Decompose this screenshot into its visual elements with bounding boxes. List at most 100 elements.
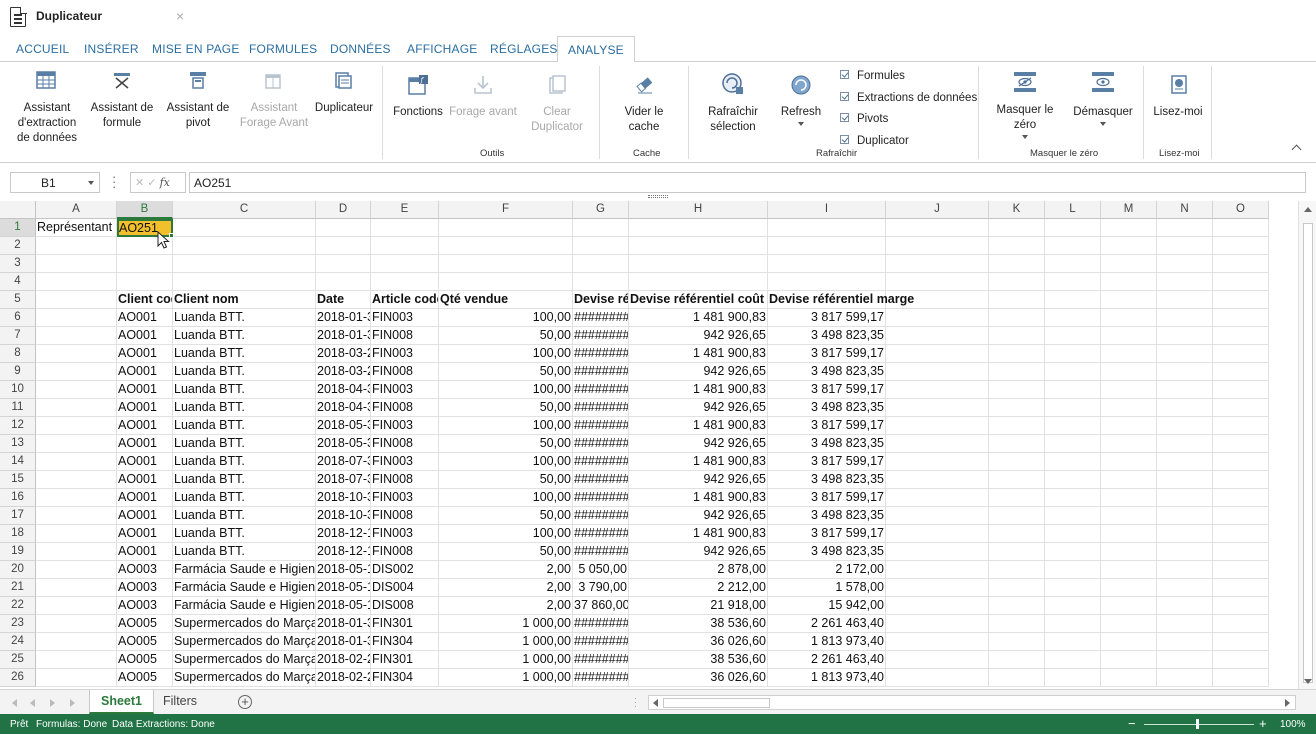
data-cell[interactable]: 2018-10-3 bbox=[316, 489, 371, 507]
empty-cell[interactable] bbox=[1101, 219, 1157, 237]
prev-sheet-icon[interactable] bbox=[30, 699, 35, 707]
empty-cell[interactable] bbox=[36, 363, 117, 381]
column-title[interactable]: Client nom bbox=[173, 291, 316, 309]
empty-cell[interactable] bbox=[886, 615, 989, 633]
empty-cell[interactable] bbox=[371, 219, 439, 237]
empty-cell[interactable] bbox=[1045, 327, 1101, 345]
splitter-grip[interactable]: · · · bbox=[634, 694, 637, 711]
empty-cell[interactable] bbox=[1045, 381, 1101, 399]
empty-cell[interactable] bbox=[886, 255, 989, 273]
row-header[interactable]: 21 bbox=[0, 579, 36, 597]
empty-cell[interactable] bbox=[989, 381, 1045, 399]
data-cell[interactable]: DIS004 bbox=[371, 579, 439, 597]
rafraichir-selection-button[interactable]: Rafraîchir sélection bbox=[702, 105, 764, 135]
empty-cell[interactable] bbox=[989, 417, 1045, 435]
select-all-corner[interactable] bbox=[0, 201, 36, 219]
data-cell[interactable]: 3 498 823,35 bbox=[768, 471, 886, 489]
empty-cell[interactable] bbox=[1101, 579, 1157, 597]
empty-cell[interactable] bbox=[886, 399, 989, 417]
data-cell[interactable]: FIN008 bbox=[371, 327, 439, 345]
empty-cell[interactable] bbox=[989, 507, 1045, 525]
empty-cell[interactable] bbox=[1213, 237, 1269, 255]
empty-cell[interactable] bbox=[989, 219, 1045, 237]
empty-cell[interactable] bbox=[36, 255, 117, 273]
data-cell[interactable]: 3 817 599,17 bbox=[768, 417, 886, 435]
data-cell[interactable]: 5 050,00 bbox=[573, 561, 629, 579]
empty-cell[interactable] bbox=[1045, 561, 1101, 579]
data-cell[interactable]: 3 498 823,35 bbox=[768, 543, 886, 561]
data-cell[interactable]: 2018-12-1 bbox=[316, 525, 371, 543]
empty-cell[interactable] bbox=[1101, 309, 1157, 327]
empty-cell[interactable] bbox=[36, 561, 117, 579]
row-header[interactable]: 24 bbox=[0, 633, 36, 651]
data-cell[interactable]: 2018-04-3 bbox=[316, 399, 371, 417]
empty-cell[interactable] bbox=[768, 273, 886, 291]
data-cell[interactable]: AO001 bbox=[117, 507, 173, 525]
empty-cell[interactable] bbox=[1045, 237, 1101, 255]
empty-cell[interactable] bbox=[1157, 399, 1213, 417]
empty-cell[interactable] bbox=[36, 471, 117, 489]
data-cell[interactable]: ######## bbox=[573, 615, 629, 633]
row-header[interactable]: 16 bbox=[0, 489, 36, 507]
vertical-scroll-thumb[interactable] bbox=[1303, 223, 1313, 683]
sheet-tab-sheet1[interactable]: Sheet1 bbox=[89, 690, 154, 714]
data-cell[interactable]: FIN008 bbox=[371, 399, 439, 417]
data-cell[interactable]: 36 026,60 bbox=[629, 633, 768, 651]
empty-cell[interactable] bbox=[573, 237, 629, 255]
data-cell[interactable]: AO001 bbox=[117, 435, 173, 453]
row-header[interactable]: 4 bbox=[0, 273, 36, 291]
empty-cell[interactable] bbox=[1213, 291, 1269, 309]
data-cell[interactable]: ######## bbox=[573, 525, 629, 543]
data-cell[interactable]: 1 813 973,40 bbox=[768, 633, 886, 651]
data-cell[interactable]: 21 918,00 bbox=[629, 597, 768, 615]
data-cell[interactable]: FIN304 bbox=[371, 633, 439, 651]
data-cell[interactable]: ######## bbox=[573, 435, 629, 453]
empty-cell[interactable] bbox=[1157, 273, 1213, 291]
data-cell[interactable]: 2018-12-1 bbox=[316, 543, 371, 561]
empty-cell[interactable] bbox=[1157, 291, 1213, 309]
empty-cell[interactable] bbox=[1213, 345, 1269, 363]
data-cell[interactable]: 1 578,00 bbox=[768, 579, 886, 597]
empty-cell[interactable] bbox=[886, 543, 989, 561]
cell-a1-label[interactable]: Représentant bbox=[36, 219, 117, 237]
empty-cell[interactable] bbox=[573, 255, 629, 273]
empty-cell[interactable] bbox=[1101, 237, 1157, 255]
data-cell[interactable]: 1 813 973,40 bbox=[768, 669, 886, 687]
data-cell[interactable]: 3 790,00 bbox=[573, 579, 629, 597]
data-cell[interactable]: 1 000,00 bbox=[439, 669, 573, 687]
empty-cell[interactable] bbox=[989, 363, 1045, 381]
column-header-i[interactable]: I bbox=[768, 201, 886, 219]
scroll-right-icon[interactable] bbox=[1285, 699, 1290, 707]
data-cell[interactable]: 2 878,00 bbox=[629, 561, 768, 579]
empty-cell[interactable] bbox=[36, 651, 117, 669]
data-cell[interactable]: ######## bbox=[573, 453, 629, 471]
empty-cell[interactable] bbox=[989, 561, 1045, 579]
data-cell[interactable]: AO001 bbox=[117, 453, 173, 471]
empty-cell[interactable] bbox=[117, 255, 173, 273]
empty-cell[interactable] bbox=[1045, 669, 1101, 687]
data-cell[interactable]: 100,00 bbox=[439, 489, 573, 507]
data-cell[interactable]: 100,00 bbox=[439, 345, 573, 363]
data-cell[interactable]: AO001 bbox=[117, 417, 173, 435]
empty-cell[interactable] bbox=[1101, 471, 1157, 489]
scroll-up-icon[interactable] bbox=[1304, 207, 1312, 212]
empty-cell[interactable] bbox=[989, 597, 1045, 615]
data-cell[interactable]: FIN008 bbox=[371, 543, 439, 561]
data-cell[interactable]: 1 000,00 bbox=[439, 633, 573, 651]
empty-cell[interactable] bbox=[989, 615, 1045, 633]
empty-cell[interactable] bbox=[886, 669, 989, 687]
empty-cell[interactable] bbox=[439, 255, 573, 273]
empty-cell[interactable] bbox=[1101, 345, 1157, 363]
data-cell[interactable]: 3 498 823,35 bbox=[768, 435, 886, 453]
data-cell[interactable]: 2018-05-3 bbox=[316, 435, 371, 453]
data-cell[interactable]: Luanda BTT. bbox=[173, 327, 316, 345]
empty-cell[interactable] bbox=[1101, 543, 1157, 561]
data-cell[interactable]: 942 926,65 bbox=[629, 399, 768, 417]
data-cell[interactable]: Luanda BTT. bbox=[173, 435, 316, 453]
empty-cell[interactable] bbox=[1045, 579, 1101, 597]
empty-cell[interactable] bbox=[1045, 255, 1101, 273]
data-cell[interactable]: DIS002 bbox=[371, 561, 439, 579]
data-cell[interactable]: Luanda BTT. bbox=[173, 471, 316, 489]
column-header-o[interactable]: O bbox=[1213, 201, 1269, 219]
empty-cell[interactable] bbox=[1157, 237, 1213, 255]
